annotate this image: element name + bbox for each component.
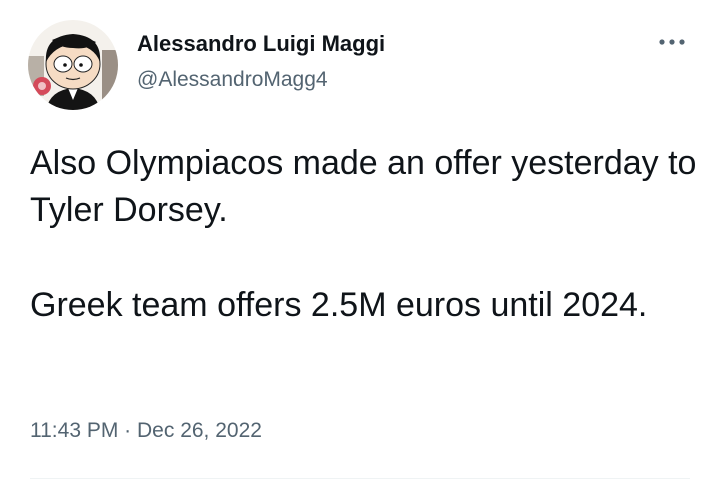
author-display-name[interactable]: Alessandro Luigi Maggi (137, 31, 385, 57)
tweet-date[interactable]: Dec 26, 2022 (137, 419, 262, 442)
tweet-paragraph: Greek team offers 2.5M euros until 2024. (30, 286, 648, 324)
more-options-button[interactable] (654, 28, 690, 56)
cartoon-character-avatar-icon (28, 20, 118, 110)
tweet-text: Also Olympiacos made an offer yesterday … (30, 140, 700, 329)
avatar[interactable] (28, 20, 118, 110)
tweet-timestamp: 11:43 PM · Dec 26, 2022 (30, 419, 262, 443)
author-handle[interactable]: @AlessandroMagg4 (137, 68, 328, 92)
tweet-time[interactable]: 11:43 PM (30, 419, 118, 442)
more-options-icon (659, 39, 685, 45)
tweet-card: Alessandro Luigi Maggi @AlessandroMagg4 … (0, 0, 720, 500)
meta-separator: · (124, 419, 132, 442)
tweet-paragraph: Also Olympiacos made an offer yesterday … (30, 144, 697, 229)
divider (30, 478, 690, 479)
